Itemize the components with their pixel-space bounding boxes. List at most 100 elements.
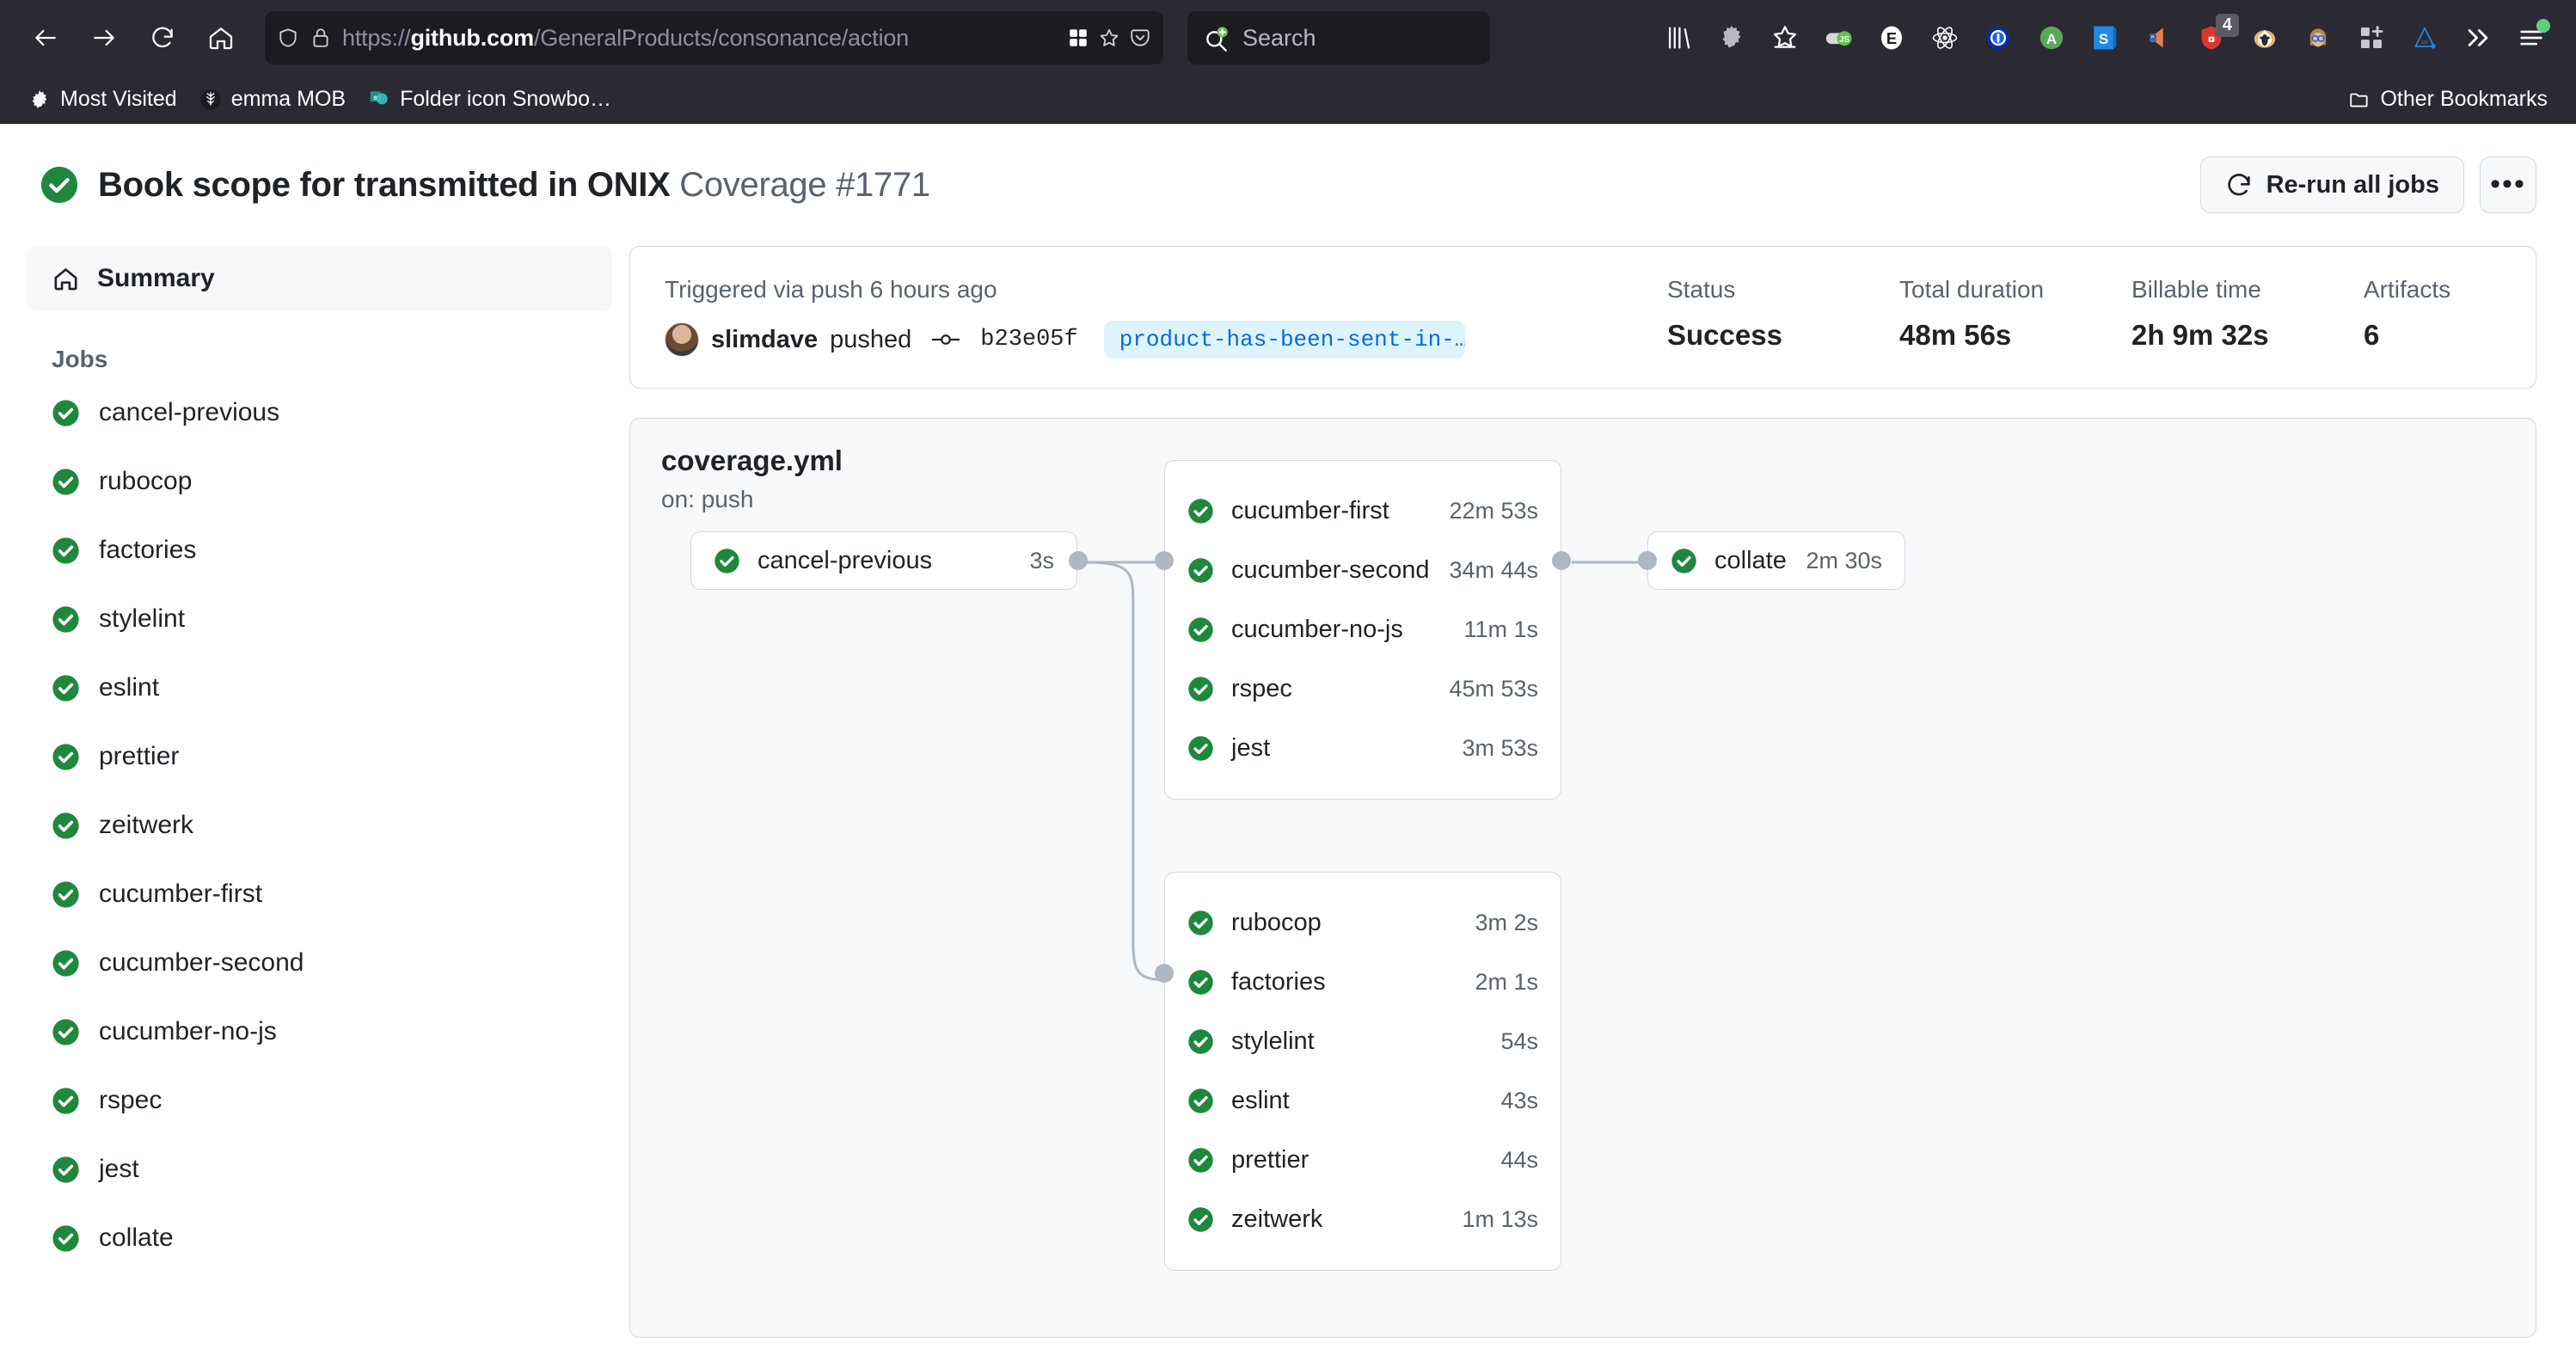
pusher-name[interactable]: slimdave xyxy=(711,326,818,354)
shield-icon xyxy=(279,28,297,47)
node-label: cucumber-no-js xyxy=(1231,616,1403,643)
graph-node-jest[interactable]: jest 3m 53s xyxy=(1165,719,1561,778)
sidebar-item-cucumber-second[interactable]: cucumber-second xyxy=(28,929,612,997)
sidebar-item-prettier[interactable]: prettier xyxy=(28,722,612,791)
header-actions: Re-run all jobs ••• xyxy=(2199,156,2536,213)
commit-sha[interactable]: b23e05f xyxy=(980,327,1077,353)
search-bar[interactable]: Search xyxy=(1187,11,1490,64)
sidebar-item-zeitwerk[interactable]: zeitwerk xyxy=(28,791,612,860)
bookmark-emma-mob[interactable]: emma MOB xyxy=(188,82,357,117)
workflow-file-header: coverage.yml on: push xyxy=(630,419,874,529)
success-check-icon xyxy=(52,605,79,633)
sharepoint-icon: s xyxy=(370,90,388,104)
more-options-button[interactable]: ••• xyxy=(2480,156,2536,213)
other-bookmarks-label: Other Bookmarks xyxy=(2380,87,2548,111)
graph-node-cucumber-second[interactable]: cucumber-second 34m 44s xyxy=(1165,541,1561,600)
stat-value: 48m 56s xyxy=(1899,319,2012,351)
url-text[interactable]: https://github.com/GeneralProducts/conso… xyxy=(342,25,1057,52)
sidebar-job-label: collate xyxy=(99,1223,174,1252)
overflow-chevrons-icon[interactable] xyxy=(2452,12,2504,64)
node-label: cancel-previous xyxy=(757,546,933,574)
success-check-icon xyxy=(1188,1207,1213,1232)
graph-node-prettier[interactable]: prettier 44s xyxy=(1165,1131,1561,1190)
bookmark-label: Most Visited xyxy=(60,87,177,111)
sidebar-job-label: eslint xyxy=(99,673,160,702)
e-extension-icon[interactable]: E xyxy=(1866,12,1917,64)
privacy-badger-icon[interactable] xyxy=(2239,12,2291,64)
graph-node-stylelint[interactable]: stylelint 54s xyxy=(1165,1012,1561,1071)
reload-button[interactable] xyxy=(136,11,189,64)
bookmarks-bar: Most Visited emma MOB s Folder icon Snow… xyxy=(0,76,2576,124)
stat-label: Billable time xyxy=(2131,276,2261,303)
node-port-in xyxy=(1155,964,1174,983)
grammarly-icon[interactable]: A xyxy=(2026,12,2077,64)
browser-nav-bar: https://github.com/GeneralProducts/conso… xyxy=(0,0,2576,76)
sharepoint-extension-icon[interactable]: S xyxy=(2079,12,2131,64)
graph-node-rspec[interactable]: rspec 45m 53s xyxy=(1165,659,1561,719)
bookmark-most-visited[interactable]: Most Visited xyxy=(17,82,188,117)
success-check-icon xyxy=(1188,970,1213,995)
workflow-file-name: coverage.yml xyxy=(661,445,843,476)
avatar[interactable] xyxy=(665,322,699,357)
sidebar-item-rspec[interactable]: rspec xyxy=(28,1066,612,1135)
node-label: collate xyxy=(1714,546,1787,574)
node-label: zeitwerk xyxy=(1231,1205,1323,1233)
sidebar-item-summary[interactable]: Summary xyxy=(28,246,612,311)
sidebar-job-list: cancel-previous rubocop factories stylel… xyxy=(28,378,612,1272)
node-label: rspec xyxy=(1231,675,1292,702)
success-check-icon xyxy=(52,1224,79,1252)
sidebar-item-jest[interactable]: jest xyxy=(28,1135,612,1204)
bookmark-label: emma MOB xyxy=(230,87,347,111)
pushed-word: pushed xyxy=(830,325,912,353)
branch-tag[interactable]: product-has-been-sent-in-… xyxy=(1103,321,1465,359)
avatar-extension-icon[interactable] xyxy=(2292,12,2344,64)
react-devtools-icon[interactable] xyxy=(1919,12,1971,64)
megaphone-icon[interactable]: R xyxy=(2132,12,2184,64)
success-check-icon xyxy=(1188,558,1213,583)
sidebar-jobs-heading: Jobs xyxy=(52,346,108,372)
stat-value: 6 xyxy=(2364,319,2380,351)
save-to-pocket-icon[interactable] xyxy=(1759,12,1811,64)
sidebar-item-cancel-previous[interactable]: cancel-previous xyxy=(28,378,612,447)
run-title: Book scope for transmitted in ONIX xyxy=(98,165,671,204)
graph-node-cucumber-no-js[interactable]: cucumber-no-js 11m 1s xyxy=(1165,600,1561,659)
graph-node-factories[interactable]: factories 2m 1s xyxy=(1165,953,1561,1012)
stat-label: Status xyxy=(1667,276,1736,303)
mathjax-icon[interactable]: ax xyxy=(2399,12,2450,64)
graph-node-cucumber-first[interactable]: cucumber-first 22m 53s xyxy=(1165,481,1561,541)
app-menu-icon[interactable] xyxy=(2505,12,2557,64)
node-label: factories xyxy=(1231,968,1326,996)
sidebar-item-eslint[interactable]: eslint xyxy=(28,653,612,722)
graph-node-collate[interactable]: collate 2m 30s xyxy=(1647,531,1905,590)
sidebar-item-factories[interactable]: factories xyxy=(28,516,612,585)
graph-node-cancel-previous[interactable]: cancel-previous 3s xyxy=(690,531,1077,590)
rerun-all-jobs-button[interactable]: Re-run all jobs xyxy=(2199,156,2464,213)
node-duration: 3m 53s xyxy=(1462,735,1538,761)
graph-node-zeitwerk[interactable]: zeitwerk 1m 13s xyxy=(1165,1190,1561,1249)
success-check-icon xyxy=(1188,1088,1213,1113)
url-bar[interactable]: https://github.com/GeneralProducts/conso… xyxy=(265,11,1163,64)
forward-button[interactable] xyxy=(77,11,131,64)
sidebar-item-rubocop[interactable]: rubocop xyxy=(28,447,612,516)
node-duration: 45m 53s xyxy=(1449,676,1538,702)
success-check-icon xyxy=(52,1087,79,1114)
graph-node-eslint[interactable]: eslint 43s xyxy=(1165,1071,1561,1131)
library-icon[interactable] xyxy=(1653,12,1704,64)
sidebar-item-cucumber-first[interactable]: cucumber-first xyxy=(28,860,612,929)
success-check-icon xyxy=(1188,736,1213,761)
add-extension-icon[interactable] xyxy=(2346,12,2397,64)
home-button[interactable] xyxy=(194,11,248,64)
ublock-shield-icon[interactable]: 4 xyxy=(2186,12,2239,64)
sidebar-item-cucumber-no-js[interactable]: cucumber-no-js xyxy=(28,997,612,1066)
node-duration: 43s xyxy=(1500,1088,1538,1113)
gear-extension-icon[interactable] xyxy=(1706,12,1757,64)
other-bookmarks[interactable]: Other Bookmarks xyxy=(2337,82,2559,117)
1password-icon[interactable] xyxy=(1972,12,2024,64)
back-button[interactable] xyxy=(19,11,72,64)
sidebar-item-stylelint[interactable]: stylelint xyxy=(28,585,612,653)
sidebar-item-collate[interactable]: collate xyxy=(28,1204,612,1272)
graph-node-rubocop[interactable]: rubocop 3m 2s xyxy=(1165,893,1561,953)
javascript-toggle-icon[interactable]: JS xyxy=(1812,12,1864,64)
sidebar-job-label: stylelint xyxy=(99,604,186,633)
bookmark-folder-icon-snowbo[interactable]: s Folder icon Snowbo… xyxy=(357,82,623,117)
